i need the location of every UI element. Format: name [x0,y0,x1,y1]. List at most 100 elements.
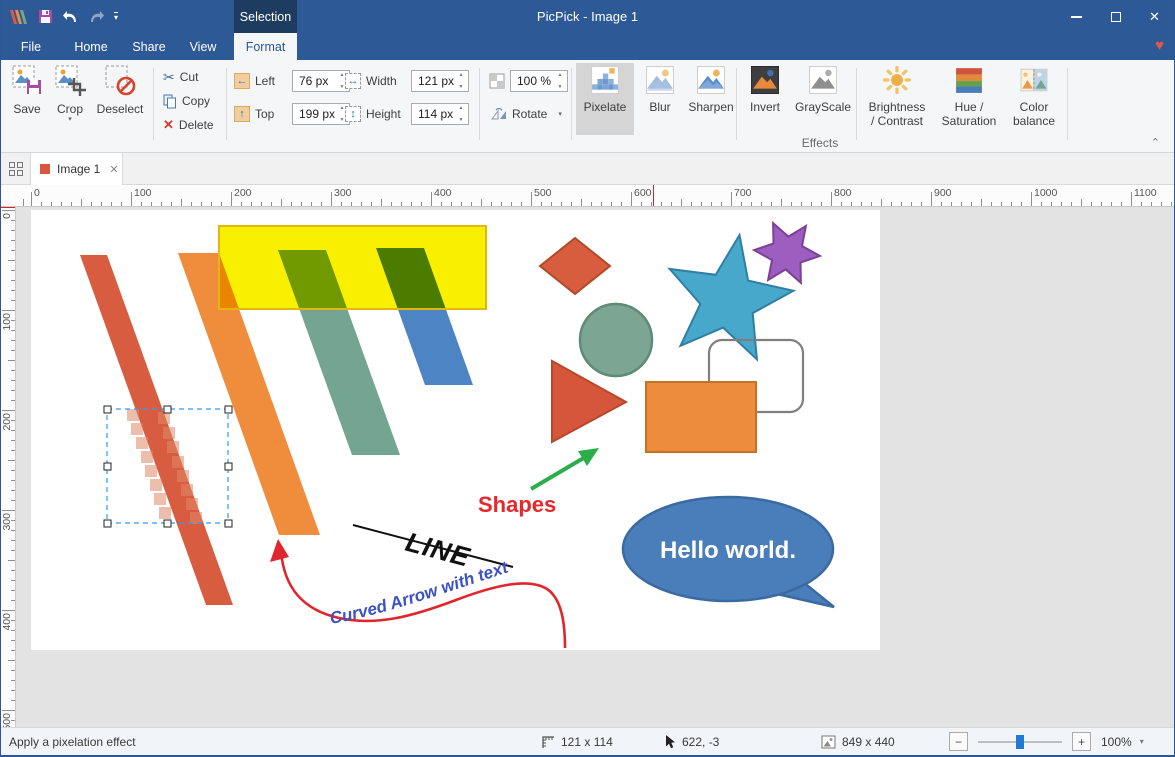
ribbon-separator [571,68,572,140]
tab-image-1[interactable]: Image 1 ✕ [31,153,123,185]
circle-shape[interactable] [580,304,652,376]
top-input[interactable]: 199 px ▲▼ [292,103,350,125]
undo-icon[interactable] [62,9,79,24]
minimize-button[interactable] [1057,0,1096,33]
height-input[interactable]: 114 px ▲▼ [411,103,469,125]
sharpen-button[interactable]: Sharpen [685,63,737,135]
zoom-in-button[interactable]: + [1072,732,1091,751]
speech-bubble[interactable]: Hello world. [623,497,834,607]
height-icon: ↕ [345,106,361,122]
hue-saturation-button[interactable]: Hue / Saturation [937,63,1001,135]
close-button[interactable]: ✕ [1135,0,1174,33]
cut-button[interactable]: ✂ Cut [163,67,198,87]
picpick-window: ▾ Selection PicPick - Image 1 ✕ File Hom… [0,0,1175,757]
zoom-input[interactable]: 100 % ▲▼ [510,70,568,92]
deselect-icon [104,64,136,96]
selection-size-indicator: 121 x 114 [541,728,613,755]
pixelate-button[interactable]: Pixelate [576,63,634,135]
brightness-contrast-button[interactable]: Brightness / Contrast [861,63,933,135]
top-label: Top [255,107,287,121]
cut-icon: ✂ [163,69,175,86]
top-value: 199 px [299,107,335,121]
plus-icon: + [1078,735,1085,749]
menu-view[interactable]: View [181,33,225,60]
redo-icon[interactable] [88,9,105,24]
curved-arrow-head [270,539,289,562]
tab-close-icon[interactable]: ✕ [109,163,118,176]
menu-share[interactable]: Share [123,33,175,60]
cursor-icon [663,734,676,749]
ribbon: Save Crop ▾ Deselect ✂ Cut [1,60,1174,153]
diamond-shape[interactable] [540,238,610,294]
menu-home[interactable]: Home [65,33,117,60]
zoom-slider-thumb[interactable] [1016,735,1024,749]
color-balance-label: Color balance [1005,100,1063,128]
width-label: Width [366,74,406,88]
curved-arrow-text[interactable]: Curved Arrow with text [328,557,511,628]
zoom-percent[interactable]: 100% ▾ [1101,728,1144,755]
pixelate-label: Pixelate [576,100,634,114]
status-message: Apply a pixelation effect [9,728,136,755]
ruler-vertical: 0100200300400500 [1,207,16,727]
close-icon: ✕ [1149,9,1160,25]
line-label[interactable]: LINE [402,527,473,573]
save-label: Save [7,102,47,116]
width-input[interactable]: 121 px ▲▼ [411,70,469,92]
window-list-button[interactable] [1,153,31,184]
crop-dropdown-icon[interactable]: ▾ [49,116,91,124]
top-field-row: ↑ Top 199 px ▲▼ [234,103,350,125]
blur-label: Blur [638,100,682,114]
ribbon-collapse-icon[interactable]: ⌃ [1151,136,1160,149]
brightness-contrast-icon [883,66,911,94]
menu-file[interactable]: File [9,33,53,60]
height-spinner[interactable]: ▲▼ [456,105,466,123]
shapes-label[interactable]: Shapes [478,492,556,517]
save-icon [11,64,43,96]
zoom-slider[interactable] [978,741,1062,743]
blur-button[interactable]: Blur [638,63,682,135]
green-arrow-head [578,448,599,466]
ribbon-separator [153,68,154,140]
left-field-row: ← Left 76 px ▲▼ [234,70,350,92]
copy-button[interactable]: Copy [163,91,210,111]
width-value: 121 px [418,74,454,88]
left-label: Left [255,74,287,88]
ribbon-separator [1067,68,1068,140]
width-icon: ↔ [345,73,361,89]
height-label: Height [366,107,406,121]
grayscale-button[interactable]: GrayScale [791,63,855,135]
heart-icon[interactable]: ♥ [1155,37,1164,54]
left-input[interactable]: 76 px ▲▼ [292,70,350,92]
crop-button[interactable]: Crop ▾ [49,64,91,124]
image-size-indicator: 849 x 440 [821,728,895,755]
delete-button[interactable]: ✕ Delete [163,115,214,135]
invert-button[interactable]: Invert [741,63,789,135]
ruler-horizontal: 010020030040050060070080090010001100 [1,185,1174,207]
zoom-dropdown-icon[interactable]: ▾ [1140,737,1144,746]
zoom-spinner[interactable]: ▲▼ [555,72,565,90]
title-bar: ▾ Selection PicPick - Image 1 ✕ [1,0,1174,33]
highlight-rectangle[interactable] [219,226,486,309]
bubble-text: Hello world. [660,537,796,564]
six-point-star-shape[interactable] [754,223,820,283]
deselect-button[interactable]: Deselect [91,64,149,116]
minimize-icon [1071,16,1082,18]
orange-rectangle-shape[interactable] [646,382,756,452]
color-balance-button[interactable]: Color balance [1005,63,1063,135]
rotate-button[interactable]: Rotate ▾ [491,104,562,124]
save-quick-icon[interactable] [38,9,53,24]
image-canvas[interactable]: Shapes LINE Curved Arrow with text Hello… [31,210,880,650]
grayscale-icon [809,66,837,94]
rotate-dropdown-icon[interactable]: ▾ [558,110,562,118]
zoom-out-button[interactable]: − [949,732,968,751]
menu-format[interactable]: Format [234,33,297,60]
maximize-icon [1111,12,1121,22]
customize-toolbar-icon[interactable]: ▾ [114,12,118,22]
ribbon-separator [736,68,737,140]
width-spinner[interactable]: ▲▼ [456,72,466,90]
cursor-y-marker [1,207,15,208]
maximize-button[interactable] [1096,0,1135,33]
hue-saturation-icon [955,66,983,94]
save-button[interactable]: Save [7,64,47,116]
green-arrow[interactable] [531,456,587,489]
